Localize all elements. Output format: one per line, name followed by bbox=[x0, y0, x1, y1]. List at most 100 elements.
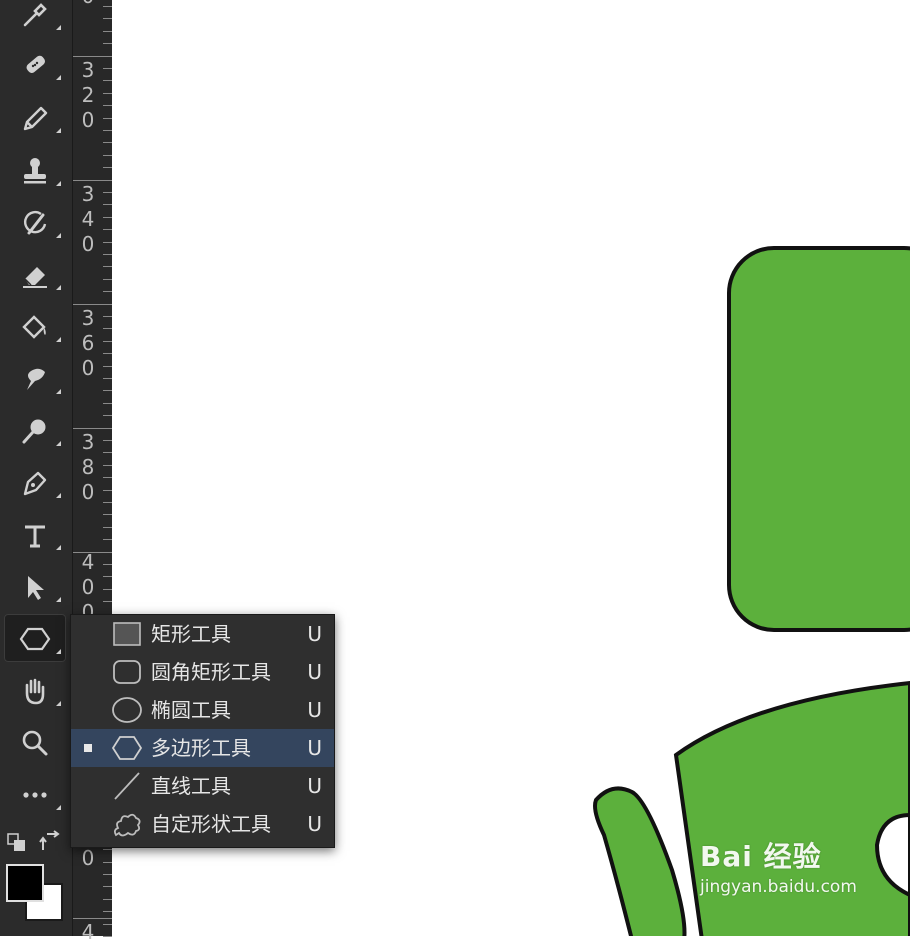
smudge-icon bbox=[27, 368, 45, 390]
ruler-tick bbox=[103, 576, 112, 577]
ruler-tick bbox=[103, 18, 112, 19]
menu-item-label: 多边形工具 bbox=[151, 736, 251, 760]
ruler-digit: 4 bbox=[81, 207, 95, 231]
ruler-digit: 0 bbox=[81, 356, 95, 380]
ruler-tick bbox=[103, 93, 112, 94]
ruler-digit: 0 bbox=[81, 575, 95, 599]
hand-tool[interactable] bbox=[4, 666, 66, 714]
ruler-tick bbox=[103, 589, 112, 590]
pen-icon bbox=[23, 471, 47, 496]
baidu-watermark: Bai 经验 jingyan.baidu.com bbox=[700, 835, 857, 897]
ruler-tick bbox=[103, 886, 112, 887]
ruler-fragment: 4 bbox=[81, 920, 95, 944]
ruler-tick bbox=[103, 118, 112, 119]
ruler-tick bbox=[103, 229, 112, 230]
ruler-digit: 0 bbox=[81, 480, 95, 504]
zoom-tool[interactable] bbox=[4, 718, 66, 766]
tools-panel bbox=[0, 0, 72, 936]
ruler-digit: 2 bbox=[81, 83, 95, 107]
text-tool[interactable] bbox=[4, 510, 66, 558]
paint-bucket-icon bbox=[22, 315, 46, 339]
green-rounded-rectangle bbox=[727, 246, 910, 632]
custom-shape-icon bbox=[113, 813, 141, 837]
default-colors-icon[interactable] bbox=[6, 832, 28, 854]
polygon-tool[interactable] bbox=[4, 614, 66, 662]
ruler-digit: 3 bbox=[81, 430, 95, 454]
paint-bucket-tool[interactable] bbox=[4, 302, 66, 350]
healing-brush-tool[interactable] bbox=[4, 40, 66, 88]
swap-colors-icon[interactable] bbox=[38, 830, 62, 854]
ruler-tick bbox=[103, 56, 112, 57]
ruler-fragment: 0 bbox=[81, 846, 95, 870]
ruler-digit: 6 bbox=[81, 331, 95, 355]
ruler-tick bbox=[103, 514, 112, 515]
history-brush-icon bbox=[24, 210, 47, 235]
ruler-tick bbox=[103, 217, 112, 218]
green-arm-shape bbox=[593, 786, 687, 936]
ruler-digit: 8 bbox=[81, 455, 95, 479]
menu-item-rounded-rectangle-tool[interactable]: 圆角矩形工具 U bbox=[71, 653, 334, 691]
clone-stamp-tool[interactable] bbox=[4, 146, 66, 194]
ruler-tick bbox=[103, 366, 112, 367]
ruler-tick bbox=[103, 180, 112, 181]
polygon-icon bbox=[111, 736, 143, 760]
ruler-digit: 3 bbox=[81, 306, 95, 330]
healing-brush-icon bbox=[26, 55, 46, 73]
menu-item-custom-shape-tool[interactable]: 自定形状工具 U bbox=[71, 805, 334, 843]
ruler-tick bbox=[103, 862, 112, 863]
ruler-digit: 3 bbox=[81, 58, 95, 82]
eyedropper-icon bbox=[23, 3, 47, 27]
ruler-tick bbox=[103, 564, 112, 565]
menu-item-ellipse-tool[interactable]: 椭圆工具 U bbox=[71, 691, 334, 729]
ruler-tick bbox=[103, 254, 112, 255]
smudge-tool[interactable] bbox=[4, 354, 66, 402]
shortcut-key: U bbox=[307, 660, 322, 684]
ruler-tick bbox=[103, 80, 112, 81]
ruler-tick bbox=[103, 874, 112, 875]
ruler-tick bbox=[103, 31, 112, 32]
ruler-tick bbox=[103, 849, 112, 850]
menu-item-label: 圆角矩形工具 bbox=[151, 660, 271, 684]
ruler-tick bbox=[103, 328, 112, 329]
watermark-logo-text: Bai 经验 bbox=[700, 840, 822, 873]
ruler-tick bbox=[103, 204, 112, 205]
ruler-tick bbox=[103, 390, 112, 391]
menu-item-rectangle-tool[interactable]: 矩形工具 U bbox=[71, 615, 334, 653]
ruler-tick bbox=[103, 936, 112, 937]
ruler-tick bbox=[103, 527, 112, 528]
ruler-digit: 0 bbox=[81, 232, 95, 256]
ruler-digit: 4 bbox=[81, 550, 95, 574]
path-selection-icon bbox=[28, 576, 44, 600]
ruler-tick bbox=[103, 465, 112, 466]
eraser-tool[interactable] bbox=[4, 250, 66, 298]
menu-item-line-tool[interactable]: 直线工具 U bbox=[71, 767, 334, 805]
ruler-tick bbox=[103, 539, 112, 540]
green-body-shape bbox=[673, 680, 910, 936]
path-selection-tool[interactable] bbox=[4, 562, 66, 610]
ruler-tick bbox=[103, 192, 112, 193]
rectangle-icon bbox=[113, 622, 141, 646]
text-icon bbox=[25, 525, 45, 548]
pencil-tool[interactable] bbox=[4, 93, 66, 141]
menu-item-polygon-tool[interactable]: 多边形工具 U bbox=[71, 729, 334, 767]
eyedropper-tool[interactable] bbox=[4, 0, 66, 38]
ruler-digit: 3 bbox=[81, 182, 95, 206]
ruler-tick bbox=[103, 502, 112, 503]
ruler-tick bbox=[103, 105, 112, 106]
rounded-rectangle-icon bbox=[113, 660, 141, 684]
shortcut-key: U bbox=[307, 622, 322, 646]
foreground-color-swatch[interactable] bbox=[6, 864, 44, 902]
hand-icon bbox=[25, 678, 45, 705]
ruler-tick bbox=[103, 291, 112, 292]
history-brush-tool[interactable] bbox=[4, 198, 66, 246]
pencil-icon bbox=[23, 106, 48, 131]
dodge-tool[interactable] bbox=[4, 406, 66, 454]
ruler-tick bbox=[103, 266, 112, 267]
more-tools[interactable] bbox=[4, 770, 66, 818]
ruler-tick bbox=[103, 6, 112, 7]
pen-tool[interactable] bbox=[4, 458, 66, 506]
ruler-tick bbox=[103, 155, 112, 156]
ruler-tick bbox=[103, 167, 112, 168]
line-icon bbox=[114, 772, 140, 800]
ruler-tick bbox=[103, 428, 112, 429]
